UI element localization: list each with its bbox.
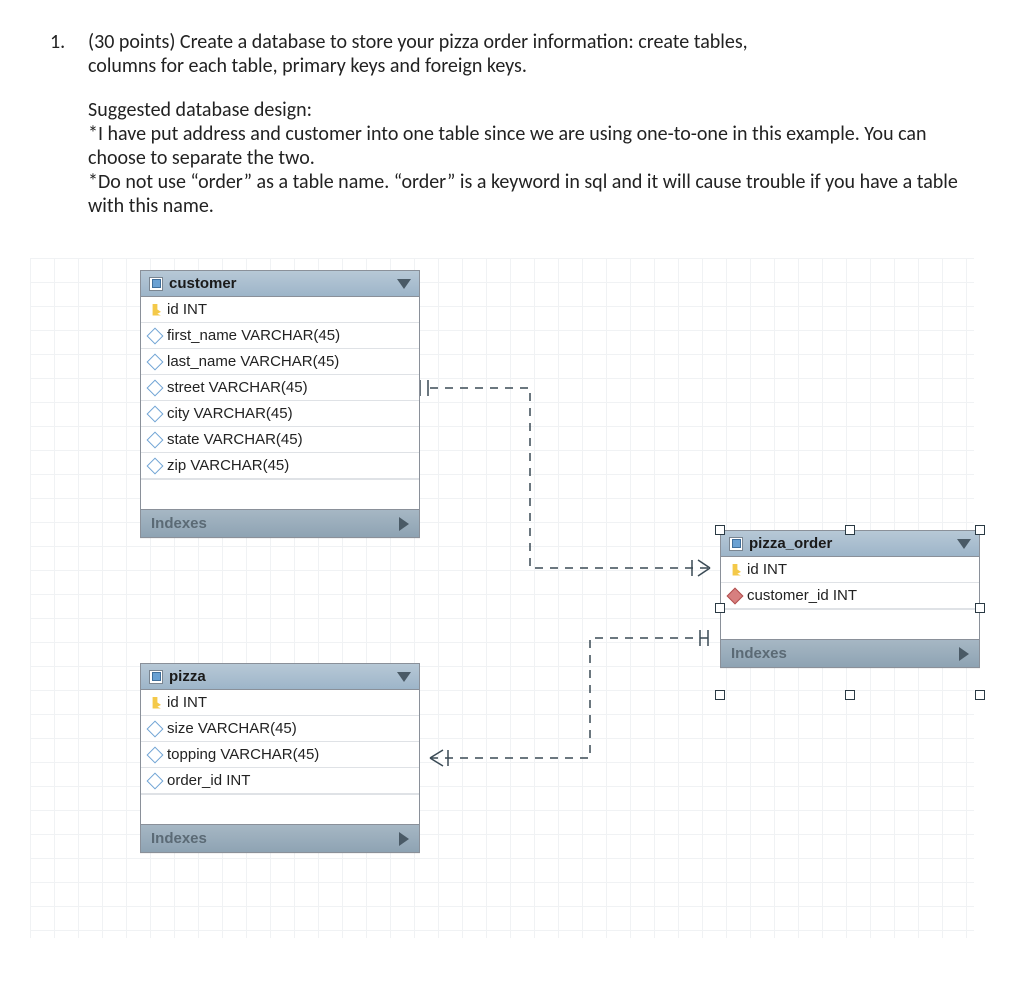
- key-icon: [149, 697, 161, 709]
- selection-handle[interactable]: [845, 525, 855, 535]
- indexes-section[interactable]: Indexes: [721, 639, 979, 667]
- selection-handle[interactable]: [975, 525, 985, 535]
- selection-handle[interactable]: [975, 690, 985, 700]
- table-header-customer[interactable]: customer: [141, 271, 419, 297]
- table-title: pizza: [169, 668, 206, 685]
- table-header-pizza[interactable]: pizza: [141, 664, 419, 690]
- table-title: pizza_order: [749, 535, 832, 552]
- expand-icon[interactable]: [399, 517, 409, 531]
- indexes-label: Indexes: [731, 645, 787, 662]
- column-row[interactable]: state VARCHAR(45): [141, 427, 419, 453]
- table-icon: [149, 670, 163, 684]
- diamond-icon: [147, 379, 164, 396]
- column-row[interactable]: first_name VARCHAR(45): [141, 323, 419, 349]
- column-text: city VARCHAR(45): [167, 405, 293, 422]
- indexes-section[interactable]: Indexes: [141, 824, 419, 852]
- selection-handle[interactable]: [975, 603, 985, 613]
- column-row[interactable]: size VARCHAR(45): [141, 716, 419, 742]
- expand-icon[interactable]: [399, 832, 409, 846]
- diamond-icon: [147, 772, 164, 789]
- column-text: zip VARCHAR(45): [167, 457, 289, 474]
- collapse-icon[interactable]: [957, 539, 971, 549]
- column-text: street VARCHAR(45): [167, 379, 308, 396]
- design-note-2: *Do not use “order” as a table name. “or…: [88, 170, 958, 218]
- spacer: [141, 794, 419, 824]
- column-row[interactable]: customer_id INT: [721, 583, 979, 609]
- question-block: 1. (30 points) Create a database to stor…: [50, 30, 974, 238]
- diamond-icon: [147, 431, 164, 448]
- diamond-icon: [147, 405, 164, 422]
- column-row[interactable]: street VARCHAR(45): [141, 375, 419, 401]
- indexes-label: Indexes: [151, 830, 207, 847]
- column-row[interactable]: city VARCHAR(45): [141, 401, 419, 427]
- table-pizza-order[interactable]: pizza_order id INT customer_id INT Index…: [720, 530, 980, 668]
- diamond-icon: [147, 720, 164, 737]
- diamond-icon: [147, 353, 164, 370]
- collapse-icon[interactable]: [397, 672, 411, 682]
- key-icon: [729, 564, 741, 576]
- column-text: id INT: [167, 694, 207, 711]
- column-text: size VARCHAR(45): [167, 720, 297, 737]
- column-text: first_name VARCHAR(45): [167, 327, 340, 344]
- column-row[interactable]: last_name VARCHAR(45): [141, 349, 419, 375]
- indexes-section[interactable]: Indexes: [141, 509, 419, 537]
- spacer: [721, 609, 979, 639]
- column-text: last_name VARCHAR(45): [167, 353, 339, 370]
- collapse-icon[interactable]: [397, 279, 411, 289]
- column-row[interactable]: topping VARCHAR(45): [141, 742, 419, 768]
- table-title: customer: [169, 275, 237, 292]
- column-row[interactable]: order_id INT: [141, 768, 419, 794]
- column-text: id INT: [747, 561, 787, 578]
- prompt-line-1: (30 points) Create a database to store y…: [88, 30, 748, 54]
- prompt-line-2: columns for each table, primary keys and…: [88, 54, 527, 78]
- diamond-icon: [147, 457, 164, 474]
- er-diagram-canvas[interactable]: customer id INT first_name VARCHAR(45) l…: [30, 258, 974, 938]
- column-text: customer_id INT: [747, 587, 857, 604]
- fk-diamond-icon: [727, 587, 744, 604]
- column-row[interactable]: id INT: [721, 557, 979, 583]
- indexes-label: Indexes: [151, 515, 207, 532]
- column-text: topping VARCHAR(45): [167, 746, 319, 763]
- suggested-heading: Suggested database design:: [88, 98, 312, 122]
- key-icon: [149, 304, 161, 316]
- column-text: state VARCHAR(45): [167, 431, 303, 448]
- table-icon: [729, 537, 743, 551]
- expand-icon[interactable]: [959, 647, 969, 661]
- question-number: 1.: [50, 30, 74, 238]
- selection-handle[interactable]: [715, 525, 725, 535]
- column-text: id INT: [167, 301, 207, 318]
- column-text: order_id INT: [167, 772, 250, 789]
- table-customer[interactable]: customer id INT first_name VARCHAR(45) l…: [140, 270, 420, 538]
- diamond-icon: [147, 746, 164, 763]
- column-row[interactable]: id INT: [141, 297, 419, 323]
- table-icon: [149, 277, 163, 291]
- column-row[interactable]: id INT: [141, 690, 419, 716]
- diamond-icon: [147, 327, 164, 344]
- design-note-1: *I have put address and customer into on…: [88, 122, 927, 170]
- selection-handle[interactable]: [715, 690, 725, 700]
- spacer: [141, 479, 419, 509]
- selection-handle[interactable]: [845, 690, 855, 700]
- question-text: (30 points) Create a database to store y…: [88, 30, 974, 238]
- selection-handle[interactable]: [715, 603, 725, 613]
- table-pizza[interactable]: pizza id INT size VARCHAR(45) topping VA…: [140, 663, 420, 853]
- column-row[interactable]: zip VARCHAR(45): [141, 453, 419, 479]
